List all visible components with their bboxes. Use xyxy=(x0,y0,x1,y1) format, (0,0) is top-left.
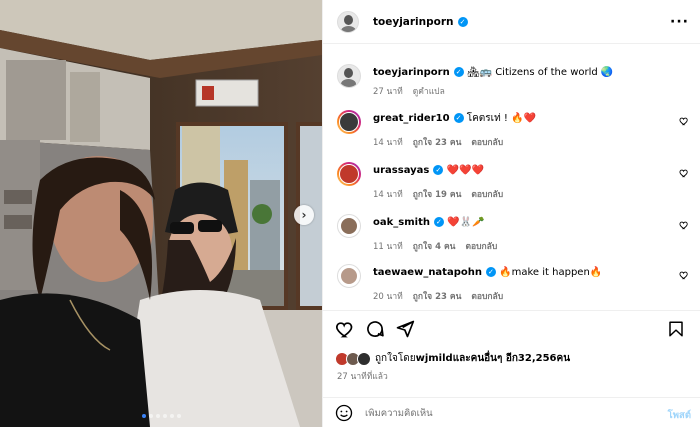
comment-like-heart-icon[interactable] xyxy=(679,220,689,230)
comment-time[interactable]: 20 นาที xyxy=(373,292,403,302)
comment-like-heart-icon[interactable] xyxy=(679,116,689,126)
reply-button[interactable]: ตอบกลับ xyxy=(471,292,503,302)
carousel-dot xyxy=(162,414,167,418)
commenter-avatar[interactable] xyxy=(337,110,361,134)
post-actions: ถูกใจโดย wjmild และคนอื่นๆ อีก 32,256 คน… xyxy=(323,310,700,427)
carousel-dot xyxy=(141,414,146,418)
commenter-username[interactable]: oak_smith xyxy=(373,217,430,228)
likes-prefix: ถูกใจโดย xyxy=(375,353,416,364)
verified-badge-icon: ✓ xyxy=(433,217,444,227)
reply-button[interactable]: ตอบกลับ xyxy=(471,138,503,148)
post-side-panel: toeyjarinporn ✓ ··· toeyjarinporn ✓ 🏘🚌 Ci… xyxy=(322,0,700,427)
avatar-image xyxy=(339,112,359,132)
caption-text: 🏘🚌 Citizens of the world 🌏 xyxy=(466,67,614,78)
likes-suffix: คน xyxy=(556,353,571,364)
more-options-icon[interactable]: ··· xyxy=(670,14,689,30)
comment-like-heart-icon[interactable] xyxy=(679,168,689,178)
emoji-icon[interactable] xyxy=(335,404,353,422)
post-timestamp[interactable]: 27 นาทีที่แล้ว xyxy=(337,369,388,383)
likes-count[interactable]: 32,256 xyxy=(518,353,557,364)
author-username[interactable]: toeyjarinporn xyxy=(373,16,454,28)
avatar-image xyxy=(340,267,358,285)
comment-input[interactable] xyxy=(365,407,625,419)
comment-bubble-icon[interactable] xyxy=(365,319,385,339)
commenter-avatar[interactable] xyxy=(337,264,361,288)
liker-username[interactable]: wjmild xyxy=(416,353,453,364)
carousel-dot xyxy=(148,414,153,418)
comment-text: โคตรเท่ ! 🔥❤️ xyxy=(466,113,536,124)
add-comment-bar: โพสต์ xyxy=(323,397,700,427)
comment-time[interactable]: 14 นาที xyxy=(373,138,403,148)
commenter-username[interactable]: taewaew_natapohn xyxy=(373,267,482,278)
save-bookmark-icon[interactable] xyxy=(667,319,685,339)
liker-avatar xyxy=(357,351,371,366)
caption-time[interactable]: 27 นาที xyxy=(373,87,403,97)
post-comment-button[interactable]: โพสต์ xyxy=(668,408,691,423)
likes-middle: และคนอื่นๆ อีก xyxy=(452,353,518,364)
carousel-dot xyxy=(176,414,181,418)
author-avatar[interactable] xyxy=(337,10,359,33)
comment-time[interactable]: 14 นาที xyxy=(373,190,403,200)
avatar-image xyxy=(340,217,358,235)
verified-badge-icon: ✓ xyxy=(457,16,468,27)
carousel-next-button[interactable]: › xyxy=(294,205,314,225)
comments-list: toeyjarinporn ✓ 🏘🚌 Citizens of the world … xyxy=(323,44,700,310)
post-header: toeyjarinporn ✓ ··· xyxy=(323,0,700,44)
comment-likes[interactable]: ถูกใจ 23 คน xyxy=(413,138,462,148)
reply-button[interactable]: ตอบกลับ xyxy=(465,242,497,252)
commenter-username[interactable]: great_rider10 xyxy=(373,113,450,124)
carousel-dot xyxy=(169,414,174,418)
verified-badge-icon: ✓ xyxy=(433,165,444,175)
avatar-image xyxy=(339,164,359,184)
commenter-avatar[interactable] xyxy=(337,214,361,238)
likes-summary[interactable]: ถูกใจโดย wjmild และคนอื่นๆ อีก 32,256 คน xyxy=(335,351,570,366)
comment-text: ❤️🐰🥕 xyxy=(447,217,485,228)
verified-badge-icon: ✓ xyxy=(485,267,496,277)
comment-likes[interactable]: ถูกใจ 23 คน xyxy=(413,292,462,302)
comment-like-heart-icon[interactable] xyxy=(679,270,689,280)
caption-author-avatar[interactable] xyxy=(337,64,361,88)
share-send-icon[interactable] xyxy=(395,319,415,339)
carousel-dots xyxy=(0,414,322,418)
post-photo[interactable]: › xyxy=(0,0,322,427)
comment-time[interactable]: 11 นาที xyxy=(373,242,403,252)
comment-text: 🔥make it happen🔥 xyxy=(499,267,603,278)
instagram-post-modal: › toeyjarinporn ✓ ··· toeyjarinporn ✓ 🏘🚌 … xyxy=(0,0,700,427)
comment-likes[interactable]: ถูกใจ 4 คน xyxy=(413,242,456,252)
commenter-username[interactable]: urassayas xyxy=(373,165,429,176)
action-icons-bar xyxy=(335,319,691,341)
liker-avatars xyxy=(335,351,371,366)
commenter-avatar[interactable] xyxy=(337,162,361,186)
comment-likes[interactable]: ถูกใจ 19 คน xyxy=(413,190,462,200)
carousel-dot xyxy=(155,414,160,418)
comment-text: ❤️❤️❤️ xyxy=(446,165,484,176)
tram-selfie-photo xyxy=(0,0,322,427)
like-heart-icon[interactable] xyxy=(335,319,355,339)
see-translation-link[interactable]: ดูคำแปล xyxy=(413,87,445,97)
verified-badge-icon: ✓ xyxy=(453,67,464,77)
verified-badge-icon: ✓ xyxy=(453,113,464,123)
reply-button[interactable]: ตอบกลับ xyxy=(471,190,503,200)
caption-username[interactable]: toeyjarinporn xyxy=(373,67,450,78)
